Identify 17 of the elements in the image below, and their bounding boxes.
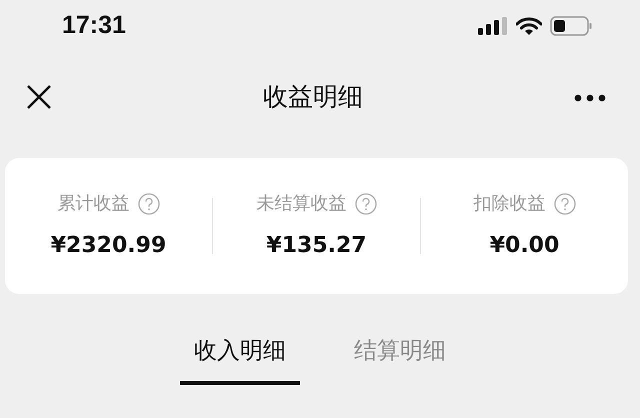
- battery-icon: [550, 16, 592, 36]
- status-time: 17:31: [62, 10, 126, 42]
- summary-label: 未结算收益: [256, 192, 346, 216]
- wifi-icon: [516, 16, 542, 36]
- help-icon[interactable]: [138, 192, 160, 214]
- summary-value: ¥135.27: [266, 232, 367, 260]
- summary-value: ¥2320.99: [50, 232, 166, 260]
- tab[interactable]: 收入明细: [180, 334, 300, 384]
- summary-value: ¥0.00: [490, 232, 560, 260]
- summary-label: 累计收益: [58, 192, 130, 216]
- help-icon[interactable]: [354, 192, 376, 214]
- page-title: 收益明细: [263, 81, 363, 114]
- signal-icon: [478, 17, 508, 35]
- close-icon: [26, 84, 52, 110]
- summary-label: 扣除收益: [474, 192, 546, 216]
- more-icon: [574, 94, 606, 102]
- help-icon[interactable]: [554, 192, 576, 214]
